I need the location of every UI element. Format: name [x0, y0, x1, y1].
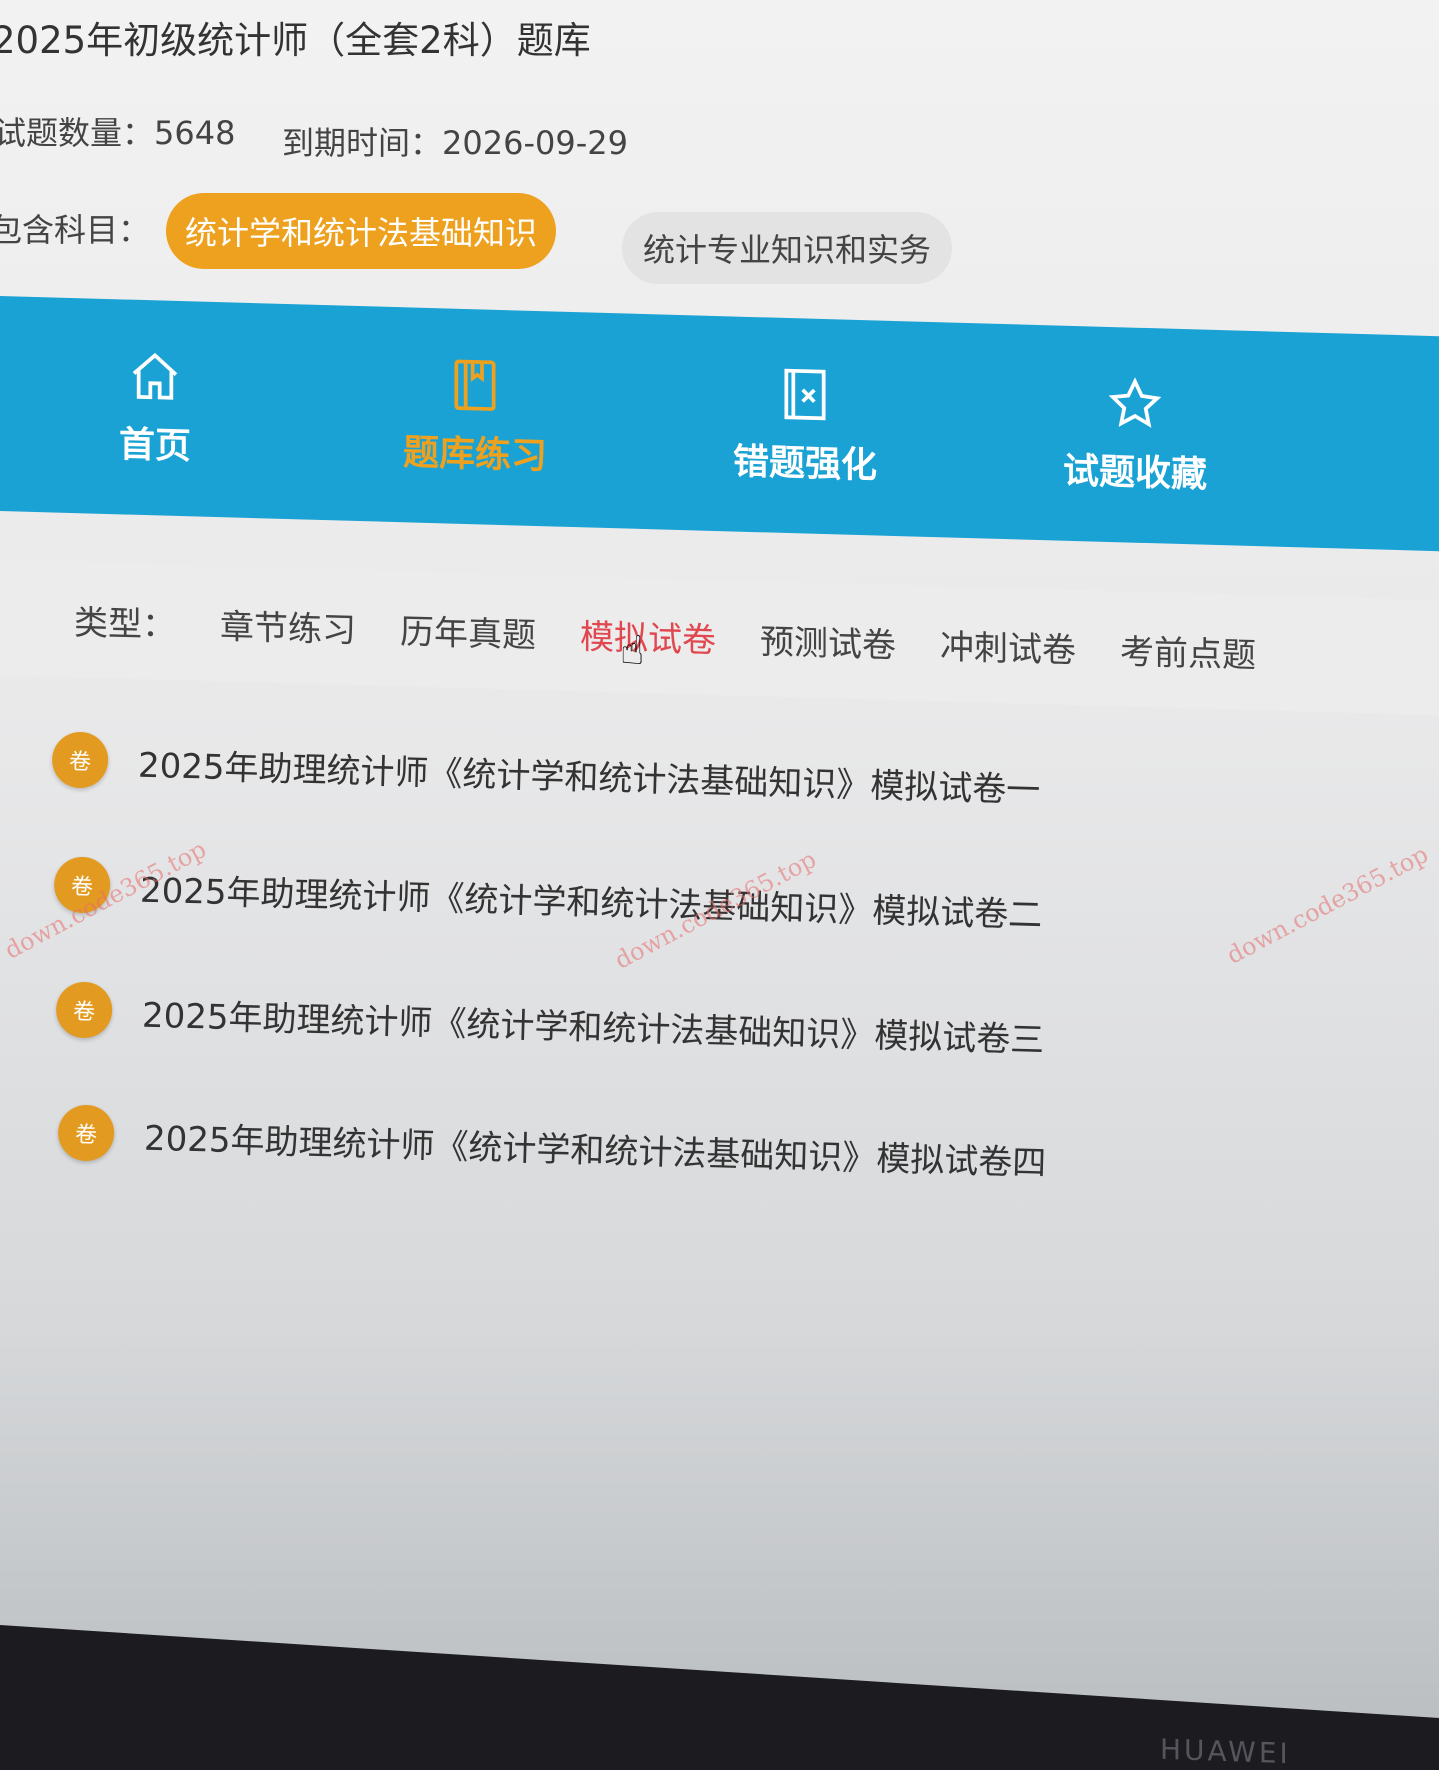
- screen: 2025年初级统计师（全套2科）题库 试题数量：5648 到期时间：2026-0…: [0, 0, 1439, 1718]
- hand-cursor-icon: ☝: [620, 628, 645, 674]
- subjects-label: 包含科目：: [0, 211, 151, 249]
- type-label: 类型：: [74, 603, 176, 646]
- expire-value: 2026-09-29: [442, 124, 628, 162]
- question-count: 试题数量：5648: [0, 108, 235, 154]
- type-sprint[interactable]: 冲刺试卷: [940, 619, 1076, 672]
- nav-wrong-questions[interactable]: 错题强化: [640, 314, 970, 538]
- paper-item[interactable]: 卷 2025年助理统计师《统计学和统计法基础知识》模拟试卷四: [57, 1104, 1047, 1188]
- wrong-doc-icon: [784, 368, 826, 420]
- type-chapter[interactable]: 章节练习: [220, 599, 356, 652]
- nav-label: 试题收藏: [1062, 450, 1207, 496]
- nav-favorites[interactable]: 试题收藏: [970, 323, 1300, 547]
- type-final-points[interactable]: 考前点题: [1120, 624, 1256, 677]
- page-title: 2025年初级统计师（全套2科）题库: [0, 19, 591, 62]
- paper-title[interactable]: 2025年助理统计师《统计学和统计法基础知识》模拟试卷二: [139, 862, 1043, 936]
- star-icon: [1108, 376, 1162, 428]
- expire-label: 到期时间：: [282, 124, 443, 162]
- nav-label: 题库练习: [402, 431, 547, 477]
- home-icon: [132, 352, 178, 400]
- type-filter: 类型： 章节练习 历年真题 模拟试卷 预测试卷 冲刺试卷 考前点题: [0, 560, 1439, 716]
- nav-home[interactable]: 首页: [0, 296, 310, 520]
- paper-badge-icon: 卷: [55, 981, 113, 1039]
- device-brand-logo: HUAWEI: [1160, 1732, 1291, 1770]
- paper-title[interactable]: 2025年助理统计师《统计学和统计法基础知识》模拟试卷一: [137, 737, 1041, 811]
- subject-tab-stats-basics[interactable]: 统计学和统计法基础知识: [166, 193, 556, 269]
- watermark: down.code365.top: [1222, 839, 1433, 970]
- type-predict[interactable]: 预测试卷: [760, 614, 896, 667]
- type-past-exams[interactable]: 历年真题: [400, 604, 536, 657]
- main-nav: 首页 题库练习 错题强化 试题收藏: [0, 296, 1439, 552]
- type-mock[interactable]: 模拟试卷: [580, 609, 716, 662]
- paper-title[interactable]: 2025年助理统计师《统计学和统计法基础知识》模拟试卷三: [141, 987, 1045, 1061]
- subject-tab-stats-practice[interactable]: 统计专业知识和实务: [622, 212, 952, 284]
- paper-badge-icon: 卷: [57, 1104, 115, 1162]
- paper-item[interactable]: 卷 2025年助理统计师《统计学和统计法基础知识》模拟试卷三: [55, 981, 1045, 1065]
- paper-item[interactable]: 卷 2025年助理统计师《统计学和统计法基础知识》模拟试卷二: [53, 856, 1043, 940]
- expire-date: 到期时间：2026-09-29: [282, 118, 628, 164]
- paper-title[interactable]: 2025年助理统计师《统计学和统计法基础知识》模拟试卷四: [143, 1110, 1047, 1184]
- paper-badge-icon: 卷: [51, 731, 109, 789]
- paper-item[interactable]: 卷 2025年助理统计师《统计学和统计法基础知识》模拟试卷一: [51, 731, 1041, 815]
- book-icon: [454, 359, 496, 411]
- count-value: 5648: [154, 114, 236, 152]
- count-label: 试题数量：: [0, 114, 155, 152]
- nav-label: 首页: [118, 423, 191, 467]
- nav-question-bank[interactable]: 题库练习: [310, 305, 640, 529]
- nav-label: 错题强化: [732, 440, 877, 486]
